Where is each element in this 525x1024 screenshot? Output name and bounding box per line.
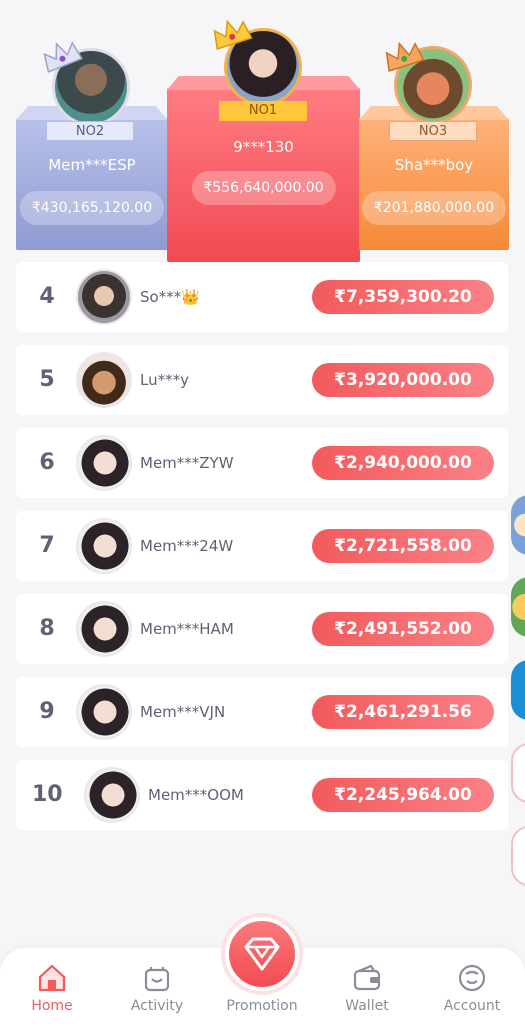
avatar: [76, 518, 132, 574]
rank-number: 8: [39, 616, 55, 641]
nav-promotion-label: Promotion: [226, 998, 298, 1014]
ranking-row: 7 Mem***24W ₹2,721,558.00: [16, 511, 508, 581]
rank-number: 5: [39, 367, 55, 392]
nav-activity[interactable]: Activity: [107, 948, 207, 1024]
nav-home-label: Home: [31, 998, 73, 1014]
rank-number: 6: [39, 450, 55, 475]
win-amount: ₹2,491,552.00: [312, 612, 494, 646]
podium-third-name: Sha***boy: [394, 156, 474, 174]
user-name: Lu***y: [140, 371, 189, 389]
nav-home[interactable]: Home: [2, 948, 102, 1024]
user-name: Mem***OOM: [148, 786, 244, 804]
rank-number: 9: [39, 699, 55, 724]
avatar: [76, 352, 132, 408]
win-amount: ₹2,721,558.00: [312, 529, 494, 563]
floating-game-icon[interactable]: [511, 577, 525, 637]
wallet-icon: [351, 962, 383, 994]
floating-game-icon[interactable]: [511, 495, 525, 555]
nav-wallet-label: Wallet: [345, 998, 389, 1014]
nav-activity-label: Activity: [130, 998, 184, 1014]
podium-first-amount: ₹556,640,000.00: [191, 171, 336, 205]
podium-second-badge: NO2: [46, 121, 134, 141]
ranking-row: 8 Mem***HAM ₹2,491,552.00: [16, 594, 508, 664]
podium-third-amount: ₹201,880,000.00: [361, 191, 507, 225]
podium-second-name: Mem***ESP: [48, 156, 136, 174]
nav-wallet[interactable]: Wallet: [317, 948, 417, 1024]
podium-second-amount: ₹430,165,120.00: [19, 191, 165, 225]
ranking-row: 9 Mem***VJN ₹2,461,291.56: [16, 677, 508, 747]
user-name: Mem***VJN: [140, 703, 226, 721]
user-name: So***👑: [140, 288, 200, 306]
rank-number: 10: [32, 782, 63, 807]
podium-first-badge: NO1: [219, 101, 307, 121]
floating-support-icon[interactable]: [511, 743, 525, 803]
win-amount: ₹2,245,964.00: [312, 778, 494, 812]
user-name: Mem***24W: [140, 537, 234, 555]
win-amount: ₹7,359,300.20: [312, 280, 494, 314]
avatar: [76, 435, 132, 491]
avatar: [84, 767, 140, 823]
top-three-podium: Mem***ESP ₹430,165,120.00 9***130 ₹556,6…: [16, 0, 509, 262]
ranking-row: 10 Mem***OOM ₹2,245,964.00: [16, 760, 508, 830]
floating-support-icon[interactable]: [511, 826, 525, 886]
nav-account[interactable]: Account: [422, 948, 522, 1024]
win-amount: ₹3,920,000.00: [312, 363, 494, 397]
avatar: [76, 269, 132, 325]
win-amount: ₹2,461,291.56: [312, 695, 494, 729]
podium-third-badge: NO3: [389, 121, 477, 141]
podium-first-name: 9***130: [233, 138, 294, 156]
rank-number: 7: [39, 533, 55, 558]
avatar: [76, 684, 132, 740]
ranking-list: 4 So***👑 ₹7,359,300.20 5 Lu***y ₹3,920,0…: [16, 262, 508, 843]
account-icon: [456, 962, 488, 994]
rank-number: 4: [39, 284, 55, 309]
user-name: Mem***HAM: [140, 620, 234, 638]
floating-game-icon[interactable]: [511, 660, 525, 720]
ranking-row: 5 Lu***y ₹3,920,000.00: [16, 345, 508, 415]
diamond-icon: [244, 937, 280, 971]
avatar: [76, 601, 132, 657]
promotion-button[interactable]: [225, 917, 299, 991]
ranking-row: 4 So***👑 ₹7,359,300.20: [16, 262, 508, 332]
win-amount: ₹2,940,000.00: [312, 446, 494, 480]
nav-account-label: Account: [443, 998, 501, 1014]
user-name: Mem***ZYW: [140, 454, 234, 472]
ranking-row: 6 Mem***ZYW ₹2,940,000.00: [16, 428, 508, 498]
home-icon: [36, 962, 68, 994]
gift-icon: [141, 962, 173, 994]
